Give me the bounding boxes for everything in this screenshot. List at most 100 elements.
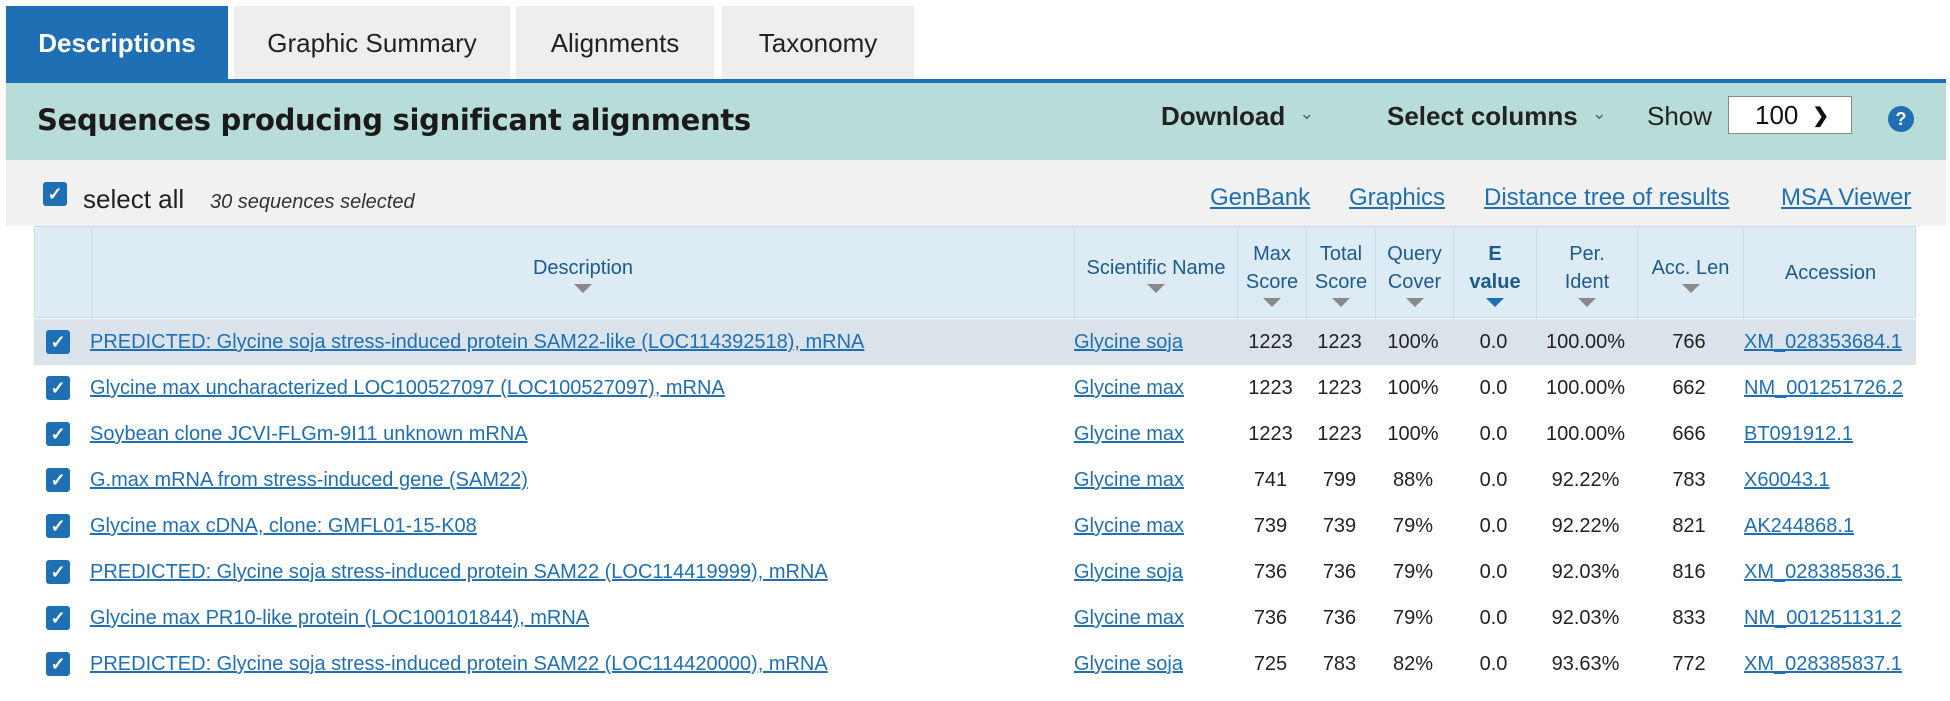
select-all-checkbox[interactable]: ✓ [43,182,67,206]
column-label: Max [1253,242,1291,265]
column-label: Accession [1784,262,1877,284]
max-score-value: 1223 [1248,423,1293,445]
query-cover-value: 100% [1387,331,1439,353]
accession-link[interactable]: NM_001251131.2 [1744,595,1902,641]
scientific-name-link[interactable]: Glycine max [1074,503,1184,549]
select-all-label[interactable]: select all [83,184,184,215]
scientific-name-link[interactable]: Glycine max [1074,411,1184,457]
row-checkbox[interactable]: ✓ [46,330,70,354]
total-score-value: 736 [1322,561,1357,583]
query-cover-value: 100% [1387,423,1439,445]
description-link[interactable]: Glycine max cDNA, clone: GMFL01-15-K08 [90,503,477,549]
column-description[interactable]: Description [91,227,1074,319]
accession-link[interactable]: XM_028353684.1 [1744,319,1902,365]
scientific-name-link[interactable]: Glycine soja [1074,319,1183,365]
max-score-value: 1223 [1248,331,1293,353]
row-checkbox[interactable]: ✓ [46,560,70,584]
show-label: Show [1647,101,1713,131]
scientific-name-link[interactable]: Glycine max [1074,595,1184,641]
e-value: 0.0 [1479,515,1508,537]
description-link[interactable]: Glycine max PR10-like protein (LOC100101… [90,595,589,641]
row-checkbox[interactable]: ✓ [46,652,70,676]
chevron-down-icon: ⌄ [1591,103,1607,123]
scientific-name-link[interactable]: Glycine soja [1074,641,1183,687]
row-checkbox[interactable]: ✓ [46,422,70,446]
max-score-value: 736 [1253,561,1288,583]
show-count-select[interactable]: 100 ❯ [1728,96,1852,134]
total-score-value: 739 [1322,515,1357,537]
max-score-value: 739 [1253,515,1288,537]
scientific-name-link[interactable]: Glycine max [1074,365,1184,411]
tab-alignments[interactable]: Alignments [516,6,714,80]
column-max-score[interactable]: Max Score [1237,227,1306,319]
column-label: Total [1319,242,1363,265]
tab-taxonomy[interactable]: Taxonomy [722,6,914,80]
sort-arrow-icon [1681,283,1700,293]
table-row: ✓ Glycine max PR10-like protein (LOC10010… [34,595,1916,641]
accession-link[interactable]: NM_001251726.2 [1744,365,1903,411]
column-label: Acc. Len [1651,256,1730,279]
query-cover-value: 79% [1392,561,1434,583]
graphics-link[interactable]: Graphics [1349,184,1445,212]
sort-arrow-icon [1578,297,1596,307]
description-link[interactable]: PREDICTED: Glycine soja stress-induced p… [90,319,864,365]
description-link[interactable]: Glycine max uncharacterized LOC100527097… [90,365,725,411]
row-checkbox[interactable]: ✓ [46,514,70,538]
help-icon[interactable]: ? [1888,106,1914,132]
e-value: 0.0 [1479,607,1508,629]
column-query-cover[interactable]: Query Cover [1375,227,1453,319]
column-label: Ident [1564,270,1610,293]
download-menu[interactable]: Download ⌄ [1161,101,1314,132]
sort-arrow-icon [574,283,592,293]
download-label: Download [1161,101,1286,131]
description-link[interactable]: Soybean clone JCVI-FLGm-9I11 unknown mRN… [90,411,528,457]
distance-tree-link[interactable]: Distance tree of results [1484,184,1729,212]
table-row: ✓ Glycine max uncharacterized LOC10052709… [34,365,1916,411]
table-row: ✓ G.max mRNA from stress-induced gene (SA… [34,457,1916,503]
accession-link[interactable]: BT091912.1 [1744,411,1853,457]
scientific-name-link[interactable]: Glycine max [1074,457,1184,503]
column-label: Scientific Name [1086,256,1226,279]
accession-link[interactable]: XM_028385837.1 [1744,641,1902,687]
select-columns-menu[interactable]: Select columns ⌄ [1387,101,1607,132]
row-checkbox[interactable]: ✓ [46,606,70,630]
column-per-ident[interactable]: Per. Ident [1536,227,1637,319]
select-columns-label: Select columns [1387,101,1578,131]
row-checkbox[interactable]: ✓ [46,468,70,492]
acc-len-value: 816 [1672,561,1706,583]
e-value: 0.0 [1479,331,1508,353]
total-score-value: 1223 [1317,377,1362,399]
accession-link[interactable]: X60043.1 [1744,457,1830,503]
description-link[interactable]: PREDICTED: Glycine soja stress-induced p… [90,549,828,595]
chevron-down-icon: ❯ [1812,104,1830,127]
chevron-down-icon: ⌄ [1299,103,1315,123]
description-link[interactable]: G.max mRNA from stress-induced gene (SAM… [90,457,528,503]
genbank-link[interactable]: GenBank [1210,184,1310,212]
column-scientific-name[interactable]: Scientific Name [1074,227,1237,319]
tab-graphic-summary[interactable]: Graphic Summary [234,6,510,80]
tab-descriptions[interactable]: Descriptions [6,6,228,80]
e-value: 0.0 [1479,469,1508,491]
e-value: 0.0 [1479,653,1508,675]
column-label: value [1469,270,1521,293]
column-label: E [1488,242,1502,265]
acc-len-value: 783 [1672,469,1706,491]
per-ident-value: 100.00% [1546,423,1625,445]
accession-link[interactable]: AK244868.1 [1744,503,1854,549]
column-total-score[interactable]: Total Score [1306,227,1375,319]
scientific-name-link[interactable]: Glycine soja [1074,549,1183,595]
row-checkbox[interactable]: ✓ [46,376,70,400]
accession-link[interactable]: XM_028385836.1 [1744,549,1902,595]
query-cover-value: 79% [1392,515,1434,537]
per-ident-value: 92.03% [1551,607,1620,629]
description-link[interactable]: PREDICTED: Glycine soja stress-induced p… [90,641,828,687]
column-accession[interactable]: Accession [1743,227,1917,319]
acc-len-value: 833 [1672,607,1706,629]
section-title: Sequences producing significant alignmen… [37,103,751,137]
msa-viewer-link[interactable]: MSA Viewer [1781,184,1911,212]
acc-len-value: 662 [1672,377,1706,399]
column-label: Cover [1387,270,1442,293]
per-ident-value: 100.00% [1546,331,1625,353]
column-acc-len[interactable]: Acc. Len [1637,227,1743,319]
column-e-value[interactable]: E value [1453,227,1536,319]
